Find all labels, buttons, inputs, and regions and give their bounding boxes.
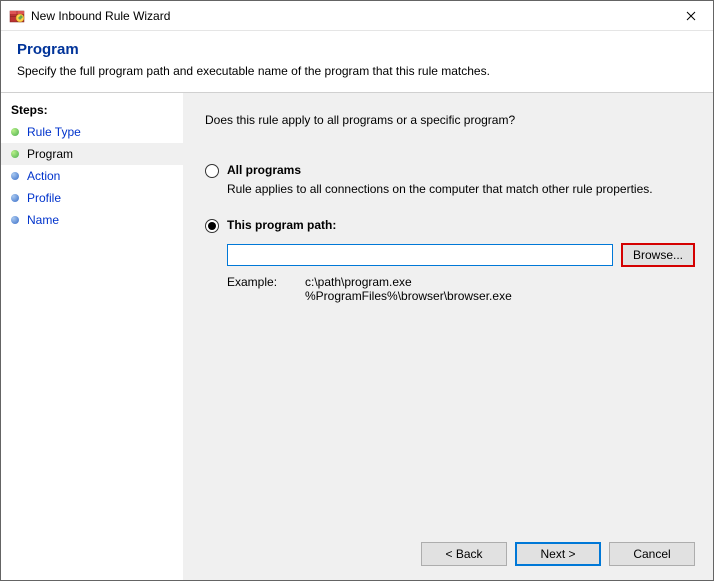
step-label: Name (27, 213, 59, 227)
window-title: New Inbound Rule Wizard (31, 9, 668, 23)
header: Program Specify the full program path an… (1, 31, 713, 93)
example-label: Example: (227, 275, 305, 303)
bullet-icon (11, 216, 19, 224)
program-path-input[interactable] (227, 244, 613, 266)
browse-button[interactable]: Browse... (621, 243, 695, 267)
step-label: Profile (27, 191, 61, 205)
this-program-label: This program path: (227, 218, 336, 232)
step-name[interactable]: Name (1, 209, 183, 231)
step-label: Program (27, 147, 73, 161)
back-button[interactable]: < Back (421, 542, 507, 566)
step-rule-type[interactable]: Rule Type (1, 121, 183, 143)
step-profile[interactable]: Profile (1, 187, 183, 209)
example-values: c:\path\program.exe %ProgramFiles%\brows… (305, 275, 512, 303)
page-title: Program (17, 41, 697, 58)
step-program[interactable]: Program (1, 143, 183, 165)
bullet-icon (11, 172, 19, 180)
step-label: Rule Type (27, 125, 81, 139)
option-all-programs[interactable]: All programs (205, 163, 695, 178)
cancel-button[interactable]: Cancel (609, 542, 695, 566)
bullet-icon (11, 128, 19, 136)
close-button[interactable] (668, 1, 713, 30)
body: Steps: Rule Type Program Action Profile … (1, 93, 713, 580)
bullet-icon (11, 194, 19, 202)
example-row: Example: c:\path\program.exe %ProgramFil… (227, 275, 695, 303)
steps-title: Steps: (1, 99, 183, 121)
radio-all-programs[interactable] (205, 164, 219, 178)
content-question: Does this rule apply to all programs or … (205, 113, 695, 127)
step-label: Action (27, 169, 60, 183)
program-path-row: Browse... (227, 243, 695, 267)
firewall-icon (9, 8, 25, 24)
option-this-program[interactable]: This program path: (205, 218, 695, 233)
step-action[interactable]: Action (1, 165, 183, 187)
radio-this-program[interactable] (205, 219, 219, 233)
titlebar: New Inbound Rule Wizard (1, 1, 713, 31)
all-programs-label: All programs (227, 163, 301, 177)
content: Does this rule apply to all programs or … (183, 93, 713, 580)
wizard-window: New Inbound Rule Wizard Program Specify … (0, 0, 714, 581)
bullet-icon (11, 150, 19, 158)
footer: < Back Next > Cancel (205, 532, 695, 566)
page-desc: Specify the full program path and execut… (17, 64, 697, 78)
all-programs-desc: Rule applies to all connections on the c… (227, 182, 695, 196)
next-button[interactable]: Next > (515, 542, 601, 566)
sidebar: Steps: Rule Type Program Action Profile … (1, 93, 183, 580)
